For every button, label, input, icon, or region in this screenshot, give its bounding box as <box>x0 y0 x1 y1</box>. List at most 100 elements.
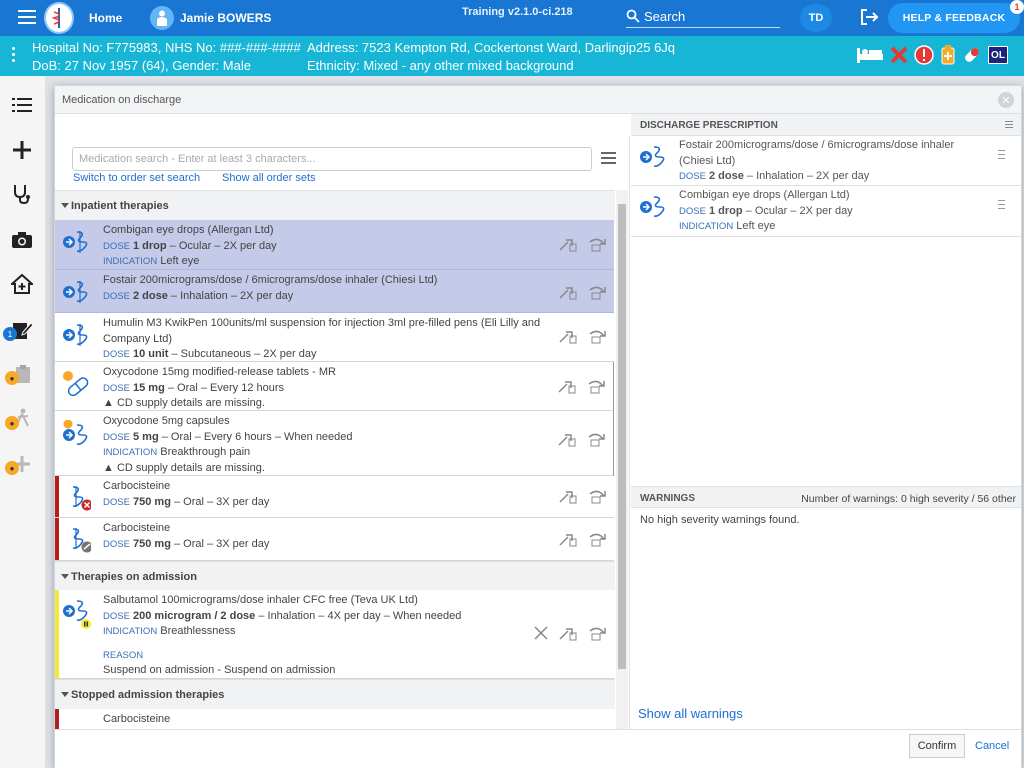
indication-label: INDICATION <box>103 447 158 458</box>
therapy-row[interactable]: Humulin M3 KwikPen 100units/ml suspensio… <box>55 313 614 362</box>
patient-ids: Hospital No: F775983, NHS No: ###-###-##… <box>32 40 301 55</box>
scrollbar-thumb[interactable] <box>618 204 626 669</box>
no-resus-icon[interactable] <box>890 46 908 64</box>
home-plus-icon[interactable] <box>10 272 34 296</box>
global-search[interactable]: Search <box>626 5 780 28</box>
therapy-row[interactable]: Salbutamol 100micrograms/dose inhaler CF… <box>55 590 614 679</box>
medication-withheld-icon <box>61 527 93 553</box>
therapy-name: Combigan eye drops (Allergan Ltd) <box>103 224 274 236</box>
discharge-pane: DISCHARGE PRESCRIPTION Fostair 200microg… <box>631 114 1021 729</box>
copy-to-discharge-icon[interactable] <box>587 431 607 447</box>
more-vert-icon[interactable] <box>12 47 16 65</box>
therapy-route: – Oral – Every 6 hours – When needed <box>158 430 353 443</box>
dose-label: DOSE <box>103 240 130 252</box>
therapy-dose: 5 mg <box>133 430 159 443</box>
status-bar <box>55 518 59 560</box>
cancel-button[interactable]: Cancel <box>975 740 1009 752</box>
copy-to-discharge-icon[interactable] <box>588 531 608 547</box>
warning-icon: ▲ <box>103 397 114 409</box>
allergy-alert-icon[interactable] <box>914 45 934 65</box>
medication-bag-icon[interactable] <box>940 45 956 65</box>
medication-search-input[interactable]: Medication search - Enter at least 3 cha… <box>72 147 592 171</box>
medication-discharge-dialog: Medication on discharge ✕ Medication sea… <box>54 85 1022 768</box>
show-all-warnings-link[interactable]: Show all warnings <box>638 706 743 721</box>
help-feedback-button[interactable]: HELP & FEEDBACK <box>888 3 1020 33</box>
prescription-details: Combigan eye drops (Allergan Ltd) DOSE 1… <box>679 188 969 235</box>
edit-prescribe-icon[interactable] <box>558 236 578 252</box>
app-logo-icon[interactable] <box>44 2 74 34</box>
user-avatar[interactable]: TD <box>800 4 832 32</box>
add-icon[interactable] <box>10 138 34 162</box>
home-link[interactable]: Home <box>89 11 122 25</box>
indication-label: INDICATION <box>679 221 734 232</box>
edit-prescribe-icon[interactable] <box>558 625 578 641</box>
therapy-row[interactable]: Fostair 200micrograms/dose / 6micrograms… <box>55 270 614 313</box>
therapy-row[interactable]: Oxycodone 15mg modified-release tablets … <box>55 362 614 411</box>
prescription-indication: Left eye <box>736 220 776 232</box>
camera-icon[interactable] <box>10 228 34 252</box>
list-icon[interactable] <box>10 93 34 117</box>
edit-prescribe-icon[interactable] <box>557 378 577 394</box>
show-order-sets-link[interactable]: Show all order sets <box>222 172 316 184</box>
therapy-route: – Oral – Every 12 hours <box>164 381 285 394</box>
therapy-row[interactable]: Combigan eye drops (Allergan Ltd) DOSE 1… <box>55 220 614 270</box>
edit-prescribe-icon[interactable] <box>558 328 578 344</box>
scrollbar[interactable] <box>616 190 628 729</box>
dose-label: DOSE <box>679 171 706 182</box>
stethoscope-icon[interactable] <box>10 182 34 206</box>
therapy-row[interactable]: Carbocisteine <box>55 709 614 729</box>
pill-icon[interactable] <box>962 45 982 65</box>
copy-to-discharge-icon[interactable] <box>588 328 608 344</box>
edit-prescribe-icon[interactable] <box>557 431 577 447</box>
copy-to-discharge-icon[interactable] <box>588 284 608 300</box>
pill-icon <box>61 371 91 397</box>
patient-flag-badge[interactable]: OL <box>988 46 1008 64</box>
therapy-row[interactable]: Oxycodone 5mg capsules DOSE 5 mg – Oral … <box>55 411 614 476</box>
therapy-dose: 15 mg <box>133 381 165 394</box>
edit-prescribe-icon[interactable] <box>558 488 578 504</box>
dose-label: DOSE <box>103 496 130 508</box>
logout-icon[interactable] <box>860 9 880 28</box>
warnings-message: No high severity warnings found. <box>640 514 800 526</box>
copy-to-discharge-icon[interactable] <box>588 625 608 641</box>
copy-to-discharge-icon[interactable] <box>588 488 608 504</box>
section-stopped[interactable]: Stopped admission therapies <box>55 679 615 709</box>
edit-prescribe-icon[interactable] <box>558 284 578 300</box>
section-title: Therapies on admission <box>71 571 197 583</box>
item-menu-icon[interactable] <box>998 200 1005 212</box>
therapy-details: Fostair 200micrograms/dose / 6micrograms… <box>103 273 563 304</box>
patient-alerts: OL <box>856 45 1008 65</box>
edit-prescribe-icon[interactable] <box>558 531 578 547</box>
side-navigation: 1 ● ● ● <box>0 76 45 768</box>
therapy-dose: 750 mg <box>133 495 171 508</box>
therapy-row[interactable]: Carbocisteine DOSE 750 mg – Oral – 3X pe… <box>55 518 614 561</box>
prescription-item[interactable]: Combigan eye drops (Allergan Ltd) DOSE 1… <box>631 186 1021 237</box>
list-options-icon[interactable] <box>601 152 616 167</box>
item-menu-icon[interactable] <box>998 150 1005 162</box>
section-inpatient[interactable]: Inpatient therapies <box>55 190 615 220</box>
prescription-item[interactable]: Fostair 200micrograms/dose / 6micrograms… <box>631 136 1021 186</box>
collapse-icon <box>61 574 69 579</box>
prescription-dose: 2 dose <box>709 170 744 182</box>
copy-to-discharge-icon[interactable] <box>587 378 607 394</box>
top-bar: Home Jamie BOWERS Training v2.1.0-ci.218… <box>0 0 1024 36</box>
therapy-row[interactable]: Carbocisteine DOSE 750 mg – Oral – 3X pe… <box>55 476 614 518</box>
therapy-scroll-area: Inpatient therapies Combigan eye drops (… <box>55 190 630 729</box>
therapy-indication: Breathlessness <box>160 625 236 637</box>
confirm-button[interactable]: Confirm <box>909 734 965 758</box>
search-label: Search <box>644 8 686 24</box>
close-icon[interactable]: ✕ <box>998 92 1014 108</box>
user-menu[interactable]: Jamie BOWERS <box>150 6 271 30</box>
menu-icon[interactable] <box>18 10 36 24</box>
therapy-name: Carbocisteine <box>103 713 171 725</box>
order-set-search-link[interactable]: Switch to order set search <box>73 172 200 184</box>
bed-icon[interactable] <box>856 46 884 64</box>
header-menu-icon[interactable] <box>1005 121 1013 132</box>
remove-icon[interactable] <box>534 626 548 640</box>
search-icon <box>626 9 640 23</box>
therapy-details: Combigan eye drops (Allergan Ltd) DOSE 1… <box>103 223 563 270</box>
prescription-name: Combigan eye drops (Allergan Ltd) <box>679 189 850 201</box>
collapse-icon <box>61 692 69 697</box>
copy-to-discharge-icon[interactable] <box>588 236 608 252</box>
section-admission[interactable]: Therapies on admission <box>55 561 615 590</box>
